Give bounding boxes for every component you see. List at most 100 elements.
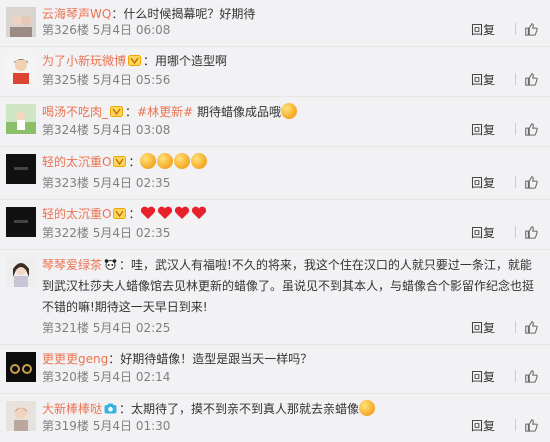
- colon: ：: [111, 7, 124, 21]
- avatar[interactable]: [6, 401, 36, 431]
- comment-list: 云海琴声WQ：什么时候揭幕呢？好期待 第326楼 5月4日 06:08 回复 为…: [0, 0, 550, 442]
- thumbs-up-icon: [525, 73, 538, 86]
- comment-meta: 第321楼 5月4日 02:25: [42, 321, 170, 335]
- like-button[interactable]: [524, 225, 540, 241]
- thumbs-up-icon: [525, 370, 538, 383]
- username[interactable]: 轻的太沉重O: [42, 155, 111, 169]
- reply-button[interactable]: 回复: [471, 72, 495, 88]
- floor-number: 第320楼: [42, 370, 89, 384]
- heart-icon: [158, 206, 173, 219]
- comment-time: 05:56: [135, 73, 171, 87]
- comment-date: 5月4日: [92, 23, 133, 37]
- comment-actions: 回复: [471, 175, 540, 191]
- avatar[interactable]: [6, 257, 36, 287]
- like-button[interactable]: [524, 122, 540, 138]
- comment-actions: 回复: [471, 369, 540, 385]
- vip-badge-icon: [113, 156, 127, 167]
- like-button[interactable]: [524, 72, 540, 88]
- comment-date: 5月4日: [92, 123, 133, 137]
- username[interactable]: 大新棒棒哒: [42, 402, 102, 416]
- comment-actions: 回复: [471, 225, 540, 241]
- comment-item: 更更更geng：好期待蜡像！造型是跟当天一样吗？ 第320楼 5月4日 02:1…: [0, 345, 550, 394]
- colon: ：: [125, 105, 138, 119]
- comment-time: 01:30: [135, 419, 171, 433]
- comment-meta: 第324楼 5月4日 03:08: [42, 123, 170, 137]
- username[interactable]: 为了小新玩微博: [42, 54, 126, 68]
- reply-button[interactable]: 回复: [471, 225, 495, 241]
- heart-icon: [175, 206, 190, 219]
- reply-button[interactable]: 回复: [471, 369, 495, 385]
- hashtag-link[interactable]: #林更新#: [137, 105, 193, 119]
- comment-text: 什么时候揭幕呢？好期待: [123, 7, 256, 21]
- avatar[interactable]: [6, 104, 36, 134]
- colon: ：: [143, 54, 156, 68]
- comment-item: 轻的太沉重O ： 第322楼 5月4日 02:35 回复: [0, 200, 550, 250]
- floor-number: 第319楼: [42, 419, 89, 433]
- like-button[interactable]: [524, 175, 540, 191]
- avatar[interactable]: [6, 154, 36, 184]
- divider: [515, 123, 516, 135]
- comment-actions: 回复: [471, 418, 540, 434]
- thumbs-up-icon: [525, 176, 538, 189]
- comment-actions: 回复: [471, 122, 540, 138]
- comment-date: 5月4日: [92, 370, 133, 384]
- avatar[interactable]: [6, 54, 36, 84]
- like-button[interactable]: [524, 369, 540, 385]
- comment-text: 用哪个造型啊: [155, 54, 228, 68]
- thumbs-up-icon: [525, 419, 538, 432]
- emoji-icon: [157, 153, 174, 169]
- comment-item: 轻的太沉重O ： 第323楼 5月4日 02:35 回复: [0, 147, 550, 200]
- divider: [515, 176, 516, 188]
- comment-date: 5月4日: [92, 176, 133, 190]
- divider: [515, 226, 516, 238]
- divider: [515, 370, 516, 382]
- comment-date: 5月4日: [92, 321, 133, 335]
- reply-button[interactable]: 回复: [471, 320, 495, 336]
- comment-item: 为了小新玩微博 ：用哪个造型啊 第325楼 5月4日 05:56 回复: [0, 47, 550, 97]
- reply-button[interactable]: 回复: [471, 122, 495, 138]
- comment-meta: 第326楼 5月4日 06:08: [42, 23, 170, 37]
- comment-time: 02:35: [135, 226, 171, 240]
- comment-actions: 回复: [471, 22, 540, 38]
- reply-button[interactable]: 回复: [471, 22, 495, 38]
- username[interactable]: 轻的太沉重O: [42, 207, 111, 221]
- floor-number: 第321楼: [42, 321, 89, 335]
- thumbs-up-icon: [525, 23, 538, 36]
- comment-time: 02:35: [135, 176, 171, 190]
- divider: [515, 419, 516, 431]
- colon: ：: [119, 402, 132, 416]
- comment-item: 喝汤不吃肉_ ：#林更新# 期待蜡像成品哦 第324楼 5月4日 03:08 回复: [0, 97, 550, 147]
- comment-meta: 第323楼 5月4日 02:35: [42, 176, 170, 190]
- comment-date: 5月4日: [92, 226, 133, 240]
- colon: ：: [108, 352, 121, 366]
- username[interactable]: 喝汤不吃肉_: [42, 105, 108, 119]
- colon: ：: [128, 155, 141, 169]
- username[interactable]: 更更更geng: [42, 352, 108, 366]
- username[interactable]: 琴琴爱绿茶: [42, 258, 102, 272]
- like-button[interactable]: [524, 22, 540, 38]
- comment-actions: 回复: [471, 72, 540, 88]
- comment-item: 琴琴爱绿茶 ：哇，武汉人有福啦!不久的将来，我这个住在汉口的人就只要过一条江，就能…: [0, 250, 550, 345]
- comment-time: 06:08: [135, 23, 171, 37]
- comment-actions: 回复: [471, 320, 540, 336]
- emoji-icon: [140, 153, 157, 169]
- username[interactable]: 云海琴声WQ: [42, 7, 111, 21]
- avatar[interactable]: [6, 7, 36, 37]
- like-button[interactable]: [524, 418, 540, 434]
- like-button[interactable]: [524, 320, 540, 336]
- comment-time: 02:14: [135, 370, 171, 384]
- comment-text: 太期待了，摸不到亲不到真人那就去亲蜡像: [131, 402, 360, 416]
- comment-time: 02:25: [135, 321, 171, 335]
- reply-button[interactable]: 回复: [471, 175, 495, 191]
- vip-badge-icon: [128, 55, 142, 66]
- comment-text: 好期待蜡像！造型是跟当天一样吗？: [120, 352, 313, 366]
- reply-button[interactable]: 回复: [471, 418, 495, 434]
- floor-number: 第323楼: [42, 176, 89, 190]
- floor-number: 第325楼: [42, 73, 89, 87]
- comment-date: 5月4日: [92, 73, 133, 87]
- heart-icon: [141, 206, 156, 219]
- emoji-icon: [191, 153, 208, 169]
- avatar[interactable]: [6, 352, 36, 382]
- divider: [515, 321, 516, 333]
- avatar[interactable]: [6, 207, 36, 237]
